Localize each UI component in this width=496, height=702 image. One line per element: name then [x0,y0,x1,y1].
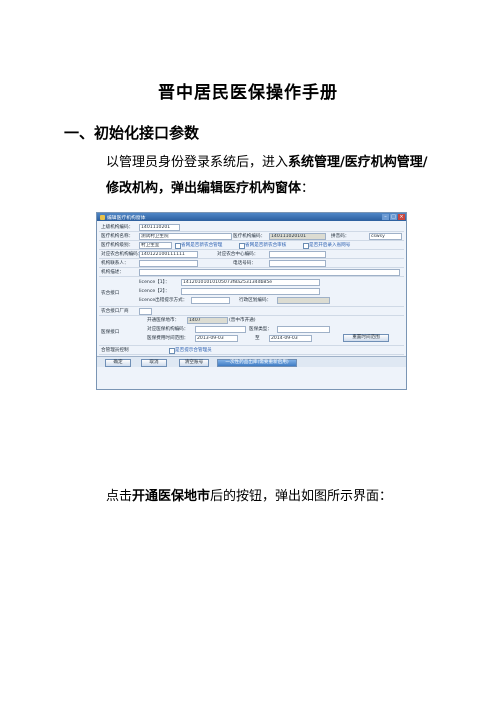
licence-mode-label: licence出错提示方式： [139,298,188,303]
legal-person-input[interactable] [139,260,198,267]
insurance-section-label: 医保接口 [101,330,120,335]
manage-option-label: 是否提示合管理员 [175,348,212,353]
app-icon [100,214,105,220]
row-vendor: 农合接口厂商 [99,307,404,316]
cancel-button[interactable]: 取消 [141,359,167,367]
org-code-label: 医疗机构编码： [233,234,266,239]
opt1-label: 省网是否新农合管理 [181,243,223,248]
note-input[interactable] [139,269,400,276]
note-label: 机构描述： [101,270,124,275]
nhis-center-label: 对应农合中心编码： [217,252,259,257]
confirm-button[interactable]: 确定 [105,359,131,367]
vendor-label: 农合接口厂商 [101,309,129,314]
minimize-icon[interactable]: – [382,214,389,220]
para2-text: 点击 [106,489,133,504]
pinyin-input[interactable]: cswsy [369,233,402,240]
nhis-code-label: 对应农合机构编码： [101,252,143,257]
org-name-label: 医疗机构名称： [101,234,134,239]
city-label: 开通医保地市： [147,318,180,323]
nhis-center-input[interactable] [269,251,326,258]
nhis-section: 农合接口 licence【1】： 14120101010105073f8a253… [99,278,404,307]
insurance-section: 医保接口 开通医保地市： 1407 (晋中市开通) 对应医保机构编码： 医保类型… [99,316,404,346]
nhis-section-label: 农合接口 [101,291,120,296]
window-titlebar: 编辑医疗机构窗体 – □ × [97,213,406,221]
clear-account-button[interactable]: 清空账号 [179,359,209,367]
para1-end: ： [301,181,315,196]
window-controls: – □ × [382,214,406,220]
edit-institution-window-screenshot: 编辑医疗机构窗体 – □ × 上级机构编码： 1401110201 医疗机构名称… [96,212,407,390]
row-org-type: 医疗机构级别： 村卫生室 省网是否新农合管理 省网是否新农合审核 是否开启录入省… [99,241,404,250]
date-separator: 至 [255,336,260,341]
phone-input[interactable] [269,260,326,267]
row-manage: 合管理员控制 是否提示合管理员 [99,346,404,355]
row-nhis-code: 对应农合机构编码： 140122100111111 对应农合中心编码： [99,250,404,259]
ins-org-code-input[interactable] [195,326,246,333]
licence1-label: licence【1】： [139,280,170,285]
batch-outbound-button[interactable]: 一次性药品出库(需要重新启用) [217,359,297,367]
ins-org-code-label: 对应医保机构编码： [147,327,189,332]
close-icon[interactable]: × [398,214,405,220]
maximize-icon[interactable]: □ [390,214,397,220]
legal-person-label: 机构联系人： [101,261,129,266]
org-type-label: 医疗机构级别： [101,243,134,248]
para1-text: 以管理员身份登录系统后，进入 [106,155,289,170]
pinyin-label: 拼音码： [331,234,350,239]
button-bar: 确定 取消 清空账号 一次性药品出库(需要重新启用) [97,356,406,367]
manage-label: 合管理员控制 [101,348,129,353]
city-input[interactable]: 1407 [187,317,228,324]
section-heading: 一、初始化接口参数 [64,124,200,142]
date-from-input[interactable]: 2013-09-03 [195,335,238,342]
parent-code-label: 上级机构编码： [101,225,134,230]
licence2-input[interactable] [181,288,320,295]
row-contact: 机构联系人： 电话号码： [99,259,404,268]
ins-level-select[interactable] [277,326,330,333]
licence1-input[interactable]: 14120101010105073f8a253134db85e [181,279,320,286]
region-input[interactable] [277,297,330,304]
org-name-input[interactable]: 测试村卫生院 [139,233,232,240]
date-range-label: 医保费用时间范围： [147,336,189,341]
reset-range-button[interactable]: 重置时间范围 [343,334,389,342]
date-to-input[interactable]: 2014-09-03 [269,335,312,342]
row-org-name: 医疗机构名称： 测试村卫生院 医疗机构编码： 140111020101 拼音码：… [99,232,404,241]
city-suffix: (晋中市开通) [229,318,256,323]
document-title: 晋中居民医保操作手册 [158,83,338,103]
org-type-select[interactable]: 村卫生室 [139,242,172,249]
window-title: 编辑医疗机构窗体 [107,215,146,221]
opt3-label: 是否开启录入省网号 [309,243,351,248]
licence-mode-select[interactable] [191,297,230,304]
org-code-input[interactable]: 140111020101 [269,233,326,240]
row-note: 机构描述： [99,268,404,277]
phone-label: 电话号码： [233,261,256,266]
para2-bold: 开通医保地市 [132,489,211,504]
instruction-paragraph: 以管理员身份登录系统后，进入系统管理/医疗机构管理/修改机构，弹出编辑医疗机构窗… [106,150,436,202]
opt2-label: 省网是否新农合审核 [245,243,287,248]
parent-code-input[interactable]: 1401110201 [139,224,180,231]
row-parent-code: 上级机构编码： 1401110201 [99,223,404,232]
followup-paragraph: 点击开通医保地市后的按钮，弹出如图所示界面： [106,484,436,510]
ins-level-label: 医保类型： [249,327,272,332]
licence2-label: licence【2】： [139,289,170,294]
region-label: 行政区划编码： [239,298,272,303]
para2-end: 后的按钮，弹出如图所示界面： [210,489,393,504]
nhis-code-input[interactable]: 140122100111111 [139,251,198,258]
vendor-select[interactable] [139,308,152,315]
